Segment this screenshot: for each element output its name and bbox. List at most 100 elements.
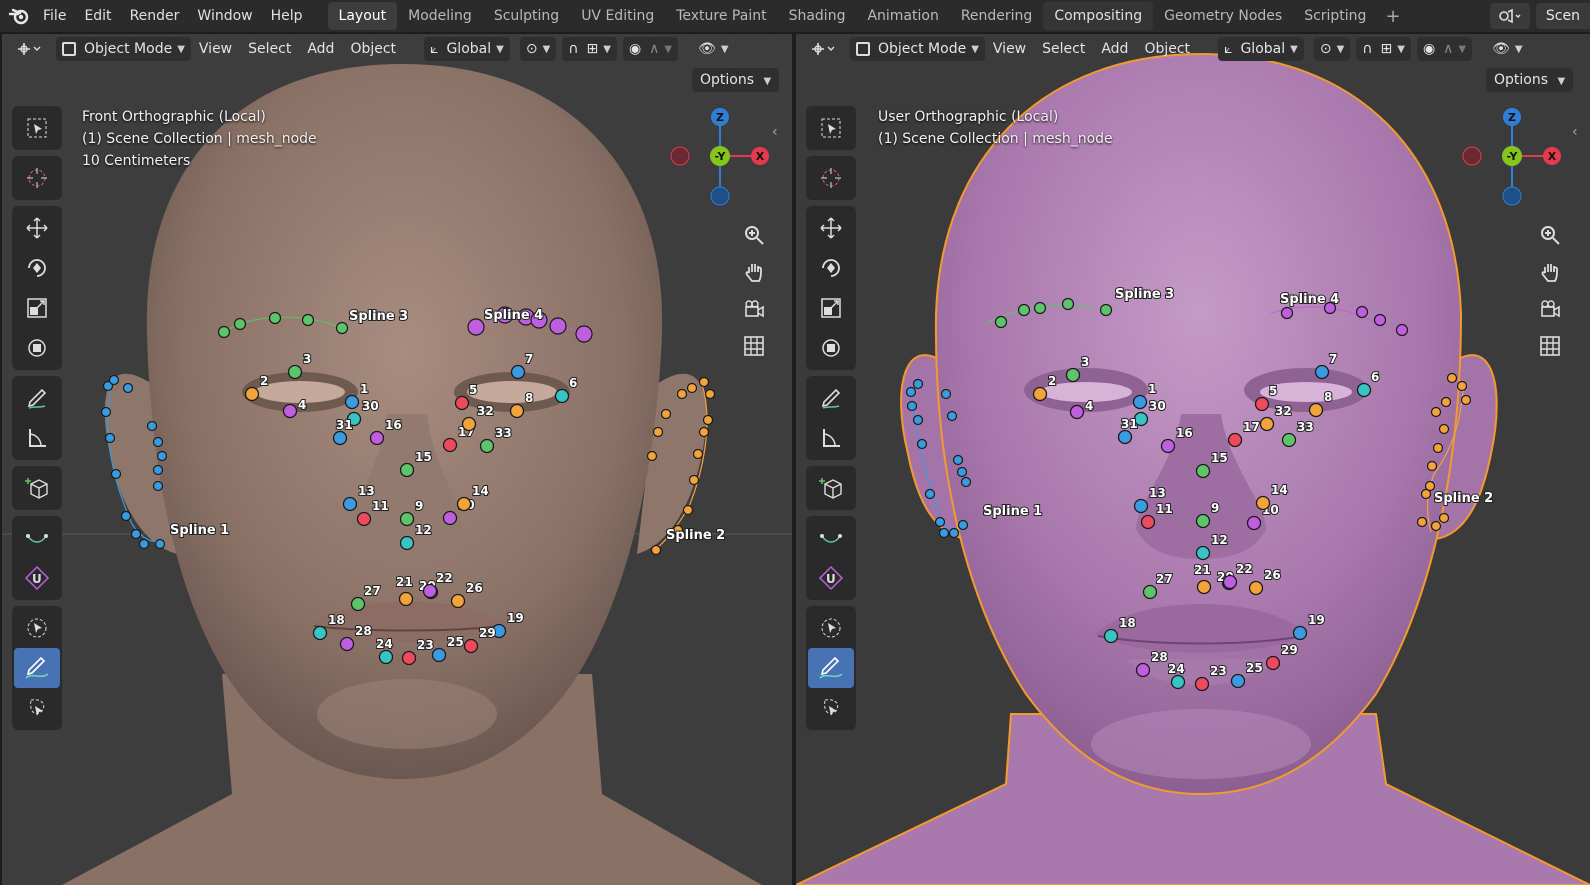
mode-dropdown[interactable]: Object Mode ▼ [850, 37, 985, 61]
add-cube-tool[interactable] [14, 468, 60, 508]
spline-control-point[interactable] [335, 321, 349, 335]
scale-tool[interactable] [14, 288, 60, 328]
spline-control-point[interactable] [1373, 313, 1387, 327]
landmark-point[interactable] [399, 511, 415, 527]
spline-control-point[interactable] [1355, 305, 1369, 319]
lasso-select-tool[interactable] [14, 688, 60, 728]
tweak-tool[interactable] [808, 608, 854, 648]
visibility-button[interactable]: 👁 ▼ [692, 37, 734, 61]
landmark-point[interactable] [356, 511, 372, 527]
landmark-point[interactable] [1356, 382, 1372, 398]
menu-view[interactable]: View [985, 41, 1034, 57]
landmark-point[interactable] [1132, 394, 1148, 410]
spline-control-point[interactable] [940, 388, 952, 400]
spline-control-point[interactable] [912, 414, 924, 426]
landmark-point[interactable] [1281, 432, 1297, 448]
landmark-point[interactable] [1032, 386, 1048, 402]
spline-control-point[interactable] [682, 504, 694, 516]
spline-control-point[interactable] [1446, 372, 1458, 384]
spline-control-point[interactable] [217, 325, 231, 339]
spline-control-point[interactable] [1460, 394, 1472, 406]
select-box-tool[interactable] [14, 108, 60, 148]
chevron-left-icon[interactable]: ‹ [772, 124, 778, 140]
landmark-point[interactable] [1117, 429, 1133, 445]
proportional-edit-button[interactable]: ◉ ∧ ▼ [622, 37, 679, 61]
spline-control-point[interactable] [912, 378, 924, 390]
landmark-point[interactable] [369, 430, 385, 446]
landmark-point[interactable] [442, 510, 458, 526]
spline-control-point[interactable] [467, 318, 485, 336]
grid-icon[interactable] [738, 327, 770, 364]
annotate-tool[interactable] [14, 378, 60, 418]
spline-control-point[interactable] [692, 448, 704, 460]
landmark-point[interactable] [1160, 438, 1176, 454]
landmark-point[interactable] [1230, 673, 1246, 689]
options-button[interactable]: Options ▼ [692, 68, 780, 92]
spline-control-point[interactable] [1395, 323, 1409, 337]
orientation-dropdown[interactable]: ⟀ Global ▼ [1218, 37, 1304, 61]
curve-draw-tool[interactable] [14, 518, 60, 558]
spline-control-point[interactable] [100, 406, 112, 418]
landmark-point[interactable] [463, 638, 479, 654]
landmark-point[interactable] [442, 437, 458, 453]
select-box-tool[interactable] [808, 108, 854, 148]
tab-compositing[interactable]: Compositing [1043, 2, 1154, 30]
spline-control-point[interactable] [301, 313, 315, 327]
spline-control-point[interactable] [146, 420, 158, 432]
spline-control-point[interactable] [952, 454, 964, 466]
spline-control-point[interactable] [1420, 488, 1432, 500]
menu-window[interactable]: Window [188, 0, 261, 32]
pan-hand-icon[interactable] [1534, 253, 1566, 290]
tab-animation[interactable]: Animation [856, 2, 949, 30]
landmark-point[interactable] [1227, 432, 1243, 448]
snap-button[interactable]: ∩ ⊞ ▼ [562, 37, 617, 61]
spline-control-point[interactable] [104, 432, 116, 444]
landmark-point[interactable] [378, 649, 394, 665]
landmark-point[interactable] [1314, 364, 1330, 380]
landmark-point[interactable] [399, 462, 415, 478]
spline-control-point[interactable] [702, 414, 714, 426]
spline-control-point[interactable] [1426, 460, 1438, 472]
landmark-point[interactable] [1195, 545, 1211, 561]
proportional-edit-button[interactable]: ◉ ∧ ▼ [1416, 37, 1473, 61]
landmark-point[interactable] [1140, 514, 1156, 530]
pivot-point-button[interactable]: ⊙ ▼ [1313, 37, 1351, 61]
cursor-tool[interactable] [808, 158, 854, 198]
mode-dropdown[interactable]: Object Mode ▼ [56, 37, 191, 61]
landmark-point[interactable] [461, 416, 477, 432]
spline-control-point[interactable] [704, 388, 716, 400]
uv-tool[interactable]: U [808, 558, 854, 598]
landmark-point[interactable] [456, 496, 472, 512]
grid-icon[interactable] [1534, 327, 1566, 364]
landmark-point[interactable] [332, 430, 348, 446]
rotate-tool[interactable] [14, 248, 60, 288]
tab-rendering[interactable]: Rendering [950, 2, 1044, 30]
spline-control-point[interactable] [676, 388, 688, 400]
landmark-point[interactable] [1194, 676, 1210, 692]
cursor-tool[interactable] [14, 158, 60, 198]
spline-control-point[interactable] [934, 516, 946, 528]
tab-uv-editing[interactable]: UV Editing [570, 2, 665, 30]
landmark-point[interactable] [1170, 674, 1186, 690]
landmark-point[interactable] [399, 535, 415, 551]
uv-tool[interactable]: U [14, 558, 60, 598]
spline-control-point[interactable] [122, 382, 134, 394]
zoom-icon[interactable] [738, 216, 770, 253]
landmark-point[interactable] [1248, 580, 1264, 596]
spline-control-point[interactable] [957, 519, 969, 531]
landmark-point[interactable] [401, 650, 417, 666]
landmark-point[interactable] [350, 596, 366, 612]
transform-tool[interactable] [14, 328, 60, 368]
chevron-left-icon[interactable]: ‹ [1572, 124, 1578, 140]
spline-control-point[interactable] [110, 468, 122, 480]
pivot-point-button[interactable]: ⊙ ▼ [519, 37, 557, 61]
spline-control-point[interactable] [698, 376, 710, 388]
spline-control-point[interactable] [108, 374, 120, 386]
menu-add[interactable]: Add [1093, 41, 1136, 57]
spline-control-point[interactable] [906, 400, 918, 412]
spline-control-point[interactable] [646, 450, 658, 462]
landmark-point[interactable] [244, 386, 260, 402]
zoom-icon[interactable] [1534, 216, 1566, 253]
tab-layout[interactable]: Layout [327, 2, 398, 30]
landmark-point[interactable] [1195, 513, 1211, 529]
